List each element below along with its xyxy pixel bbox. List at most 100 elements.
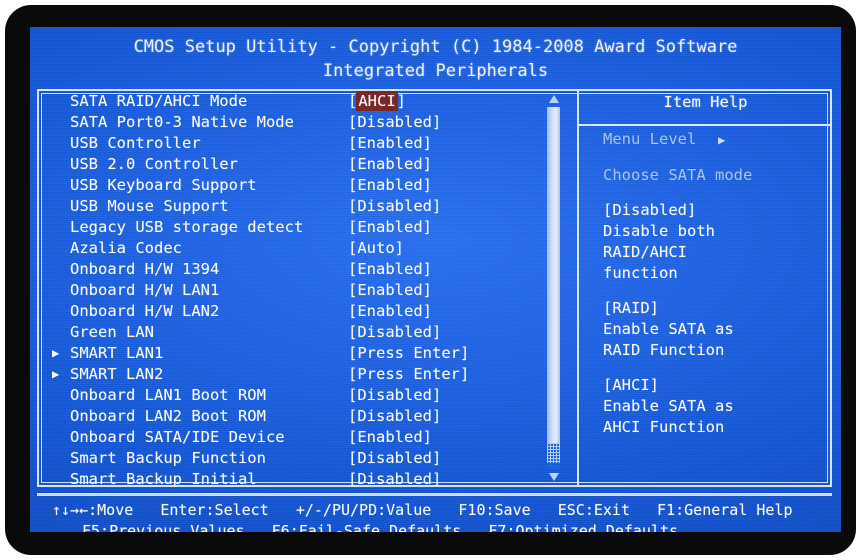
setting-row[interactable]: Onboard H/W LAN1 [Enabled] bbox=[70, 280, 570, 301]
item-help-option-name: [RAID] bbox=[603, 299, 659, 317]
value-bracket-open: [ bbox=[348, 302, 358, 320]
header-line-2: Integrated Peripherals bbox=[322, 61, 549, 81]
menu-level-arrow-icon: ▶ bbox=[696, 133, 726, 147]
value-bracket-close: ] bbox=[432, 197, 442, 215]
screen-header: CMOS Setup Utility - Copyright (C) 1984-… bbox=[30, 35, 841, 83]
settings-scrollbar[interactable] bbox=[546, 93, 562, 483]
value-bracket-open: [ bbox=[348, 155, 358, 173]
submenu-arrow-icon: ▶ bbox=[52, 367, 60, 381]
setting-label: Onboard SATA/IDE Device bbox=[70, 428, 285, 446]
setting-value-text: Enabled bbox=[357, 302, 423, 320]
setting-value[interactable]: [Press Enter] bbox=[348, 365, 469, 383]
setting-value[interactable]: [Disabled] bbox=[348, 470, 441, 488]
setting-row[interactable]: ▶ SMART LAN2 [Press Enter] bbox=[52, 364, 570, 385]
setting-value[interactable]: [Enabled] bbox=[348, 134, 432, 152]
item-help-title: Item Help bbox=[663, 93, 748, 111]
value-bracket-open: [ bbox=[348, 134, 358, 152]
setting-row[interactable]: Legacy USB storage detect [Enabled] bbox=[70, 217, 570, 238]
setting-value[interactable]: [Enabled] bbox=[348, 260, 432, 278]
setting-value[interactable]: [Enabled] bbox=[348, 218, 432, 236]
setting-label: Onboard H/W LAN2 bbox=[70, 302, 220, 320]
value-bracket-open: [ bbox=[348, 218, 358, 236]
setting-value[interactable]: [Disabled] bbox=[348, 386, 441, 404]
setting-value[interactable]: [Disabled] bbox=[348, 407, 441, 425]
monitor-bezel: CMOS Setup Utility - Copyright (C) 1984-… bbox=[5, 5, 856, 555]
setting-value[interactable]: [Disabled] bbox=[348, 113, 441, 131]
value-bracket-close: ] bbox=[422, 155, 433, 173]
scrollbar-trough-pattern bbox=[547, 443, 560, 463]
setting-row[interactable]: ▶ SMART LAN1 [Press Enter] bbox=[52, 343, 570, 364]
value-bracket-open: [ bbox=[348, 470, 358, 488]
setting-value-text: Disabled bbox=[357, 197, 432, 215]
value-bracket-close: ] bbox=[394, 239, 405, 257]
setting-value-selected[interactable]: [AHCI] bbox=[348, 92, 406, 110]
setting-value-text: Auto bbox=[357, 239, 395, 257]
setting-row[interactable]: USB Keyboard Support [Enabled] bbox=[70, 175, 570, 196]
setting-row[interactable]: USB Controller [Enabled] bbox=[70, 133, 570, 154]
scroll-down-arrow-icon[interactable] bbox=[549, 473, 559, 481]
setting-value[interactable]: [Disabled] bbox=[348, 197, 441, 215]
item-help-panel: Item Help Menu Level ▶ Choose SATA mode [D… bbox=[579, 89, 832, 487]
setting-value-text: Enabled bbox=[357, 155, 423, 173]
value-bracket-close: ] bbox=[432, 449, 442, 467]
setting-row[interactable]: Onboard H/W 1394 [Enabled] bbox=[70, 259, 570, 280]
footer-line-2: F5:Previous Values F6:Fail-Safe Defaults… bbox=[82, 522, 679, 532]
value-bracket-close: ] bbox=[432, 470, 442, 488]
scroll-up-arrow-icon[interactable] bbox=[549, 95, 559, 103]
item-help-body: Menu Level ▶ Choose SATA mode [Disabled] Di… bbox=[603, 129, 832, 438]
setting-row[interactable]: SATA RAID/AHCI Mode [AHCI] bbox=[70, 91, 570, 112]
setting-row[interactable]: Azalia Codec [Auto] bbox=[70, 238, 570, 259]
value-bracket-close: ] bbox=[422, 260, 433, 278]
setting-value[interactable]: [Disabled] bbox=[348, 449, 441, 467]
setting-label: Onboard LAN1 Boot ROM bbox=[70, 386, 266, 404]
setting-value[interactable]: [Enabled] bbox=[348, 281, 432, 299]
setting-value-text: Press Enter bbox=[357, 344, 460, 362]
setting-value[interactable]: [Enabled] bbox=[348, 155, 432, 173]
setting-value-text: Enabled bbox=[357, 176, 423, 194]
setting-value-text: Enabled bbox=[357, 218, 423, 236]
value-bracket-open: [ bbox=[348, 92, 358, 110]
setting-value[interactable]: [Disabled] bbox=[348, 323, 441, 341]
setting-row[interactable]: USB 2.0 Controller [Enabled] bbox=[70, 154, 570, 175]
setting-row[interactable]: USB Mouse Support [Disabled] bbox=[70, 196, 570, 217]
setting-value-text: Press Enter bbox=[357, 365, 460, 383]
setting-label: Smart Backup Initial bbox=[70, 470, 257, 488]
setting-label: Smart Backup Function bbox=[70, 449, 266, 467]
setting-value-text: Enabled bbox=[357, 281, 423, 299]
setting-value[interactable]: [Auto] bbox=[348, 239, 404, 257]
setting-value[interactable]: [Press Enter] bbox=[348, 344, 469, 362]
setting-row[interactable]: Smart Backup Initial [Disabled] bbox=[70, 469, 570, 490]
submenu-arrow-icon: ▶ bbox=[52, 346, 60, 360]
setting-label: SMART LAN2 bbox=[70, 365, 164, 383]
setting-value-text: AHCI bbox=[357, 92, 397, 110]
setting-row[interactable]: SATA Port0-3 Native Mode [Disabled] bbox=[70, 112, 570, 133]
value-bracket-close: ] bbox=[422, 428, 433, 446]
setting-row[interactable]: Onboard H/W LAN2 [Enabled] bbox=[70, 301, 570, 322]
setting-label: Legacy USB storage detect bbox=[70, 218, 304, 236]
setting-value-text: Enabled bbox=[357, 260, 423, 278]
setting-row[interactable]: Green LAN [Disabled] bbox=[70, 322, 570, 343]
setting-value[interactable]: [Enabled] bbox=[348, 302, 432, 320]
item-help-option-name: [Disabled] bbox=[603, 201, 697, 219]
setting-row[interactable]: Onboard LAN2 Boot ROM [Disabled] bbox=[70, 406, 570, 427]
item-help-option-name: [AHCI] bbox=[603, 376, 659, 394]
value-bracket-close: ] bbox=[432, 113, 442, 131]
footer-line-1: ↑↓→←:Move Enter:Select +/-/PU/PD:Value F… bbox=[52, 501, 793, 519]
bios-screen: CMOS Setup Utility - Copyright (C) 1984-… bbox=[30, 27, 841, 532]
setting-row[interactable]: Smart Backup Function [Disabled] bbox=[70, 448, 570, 469]
setting-value-text: Disabled bbox=[357, 323, 432, 341]
value-bracket-close: ] bbox=[460, 344, 470, 362]
setting-value[interactable]: [Enabled] bbox=[348, 428, 432, 446]
scrollbar-thumb[interactable] bbox=[547, 107, 560, 443]
setting-value-text: Disabled bbox=[357, 386, 432, 404]
value-bracket-close: ] bbox=[432, 386, 442, 404]
setting-label: Green LAN bbox=[70, 323, 154, 341]
settings-list[interactable]: SATA RAID/AHCI Mode [AHCI] SATA Port0-3 Na… bbox=[52, 91, 570, 488]
setting-row[interactable]: Onboard LAN1 Boot ROM [Disabled] bbox=[70, 385, 570, 406]
value-bracket-open: [ bbox=[348, 176, 358, 194]
setting-row[interactable]: Onboard SATA/IDE Device [Enabled] bbox=[70, 427, 570, 448]
setting-label: USB Keyboard Support bbox=[70, 176, 257, 194]
setting-value[interactable]: [Enabled] bbox=[348, 176, 432, 194]
